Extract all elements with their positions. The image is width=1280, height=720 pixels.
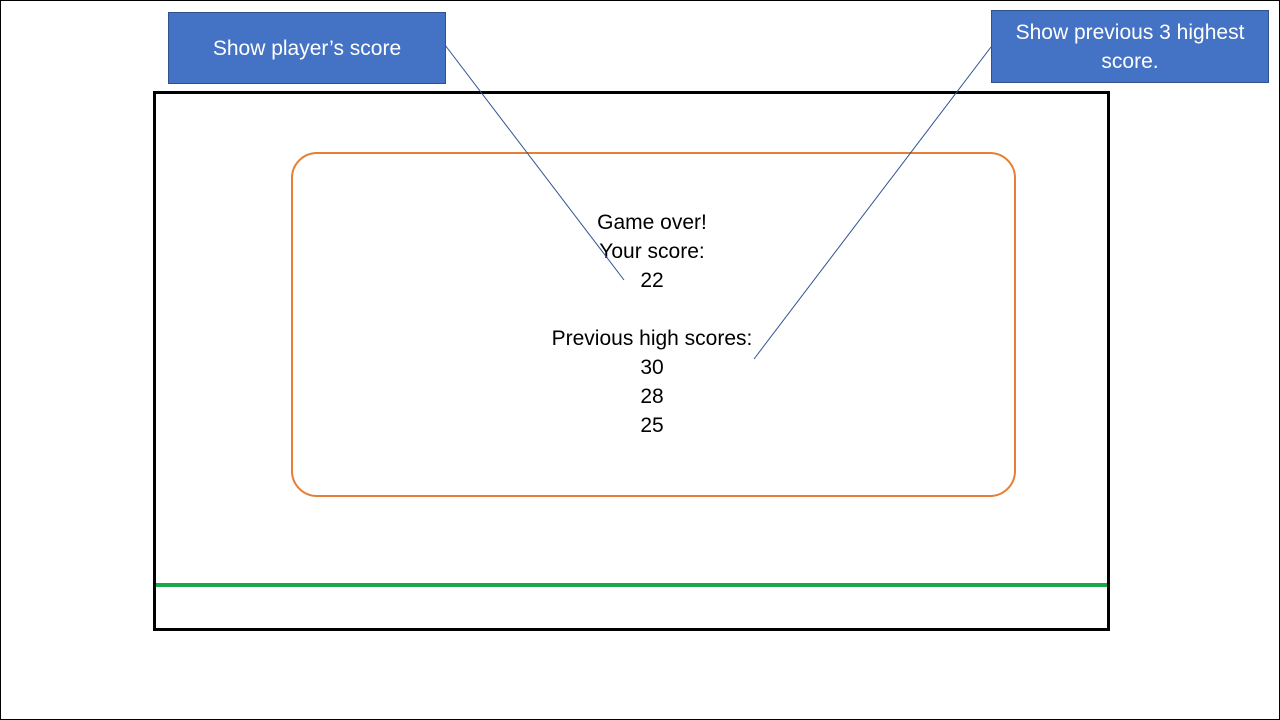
callout-high-scores-text: Show previous 3 highest score. <box>1015 20 1245 73</box>
high-scores-label: Previous high scores: <box>551 327 753 350</box>
callout-high-scores: Show previous 3 highest score. <box>991 10 1269 83</box>
callout-player-score-text: Show player’s score <box>212 36 402 60</box>
high-score-2: 28 <box>640 385 664 408</box>
your-score-label: Your score: <box>599 240 705 263</box>
your-score-value: 22 <box>640 269 664 292</box>
ground-line <box>156 583 1107 587</box>
callout-player-score: Show player’s score <box>168 12 446 84</box>
high-score-1: 30 <box>640 356 664 379</box>
game-over-title: Game over! <box>597 211 707 234</box>
game-over-text: Game over! Your score: 22 Previous high … <box>452 208 852 440</box>
high-score-3: 25 <box>640 414 664 437</box>
